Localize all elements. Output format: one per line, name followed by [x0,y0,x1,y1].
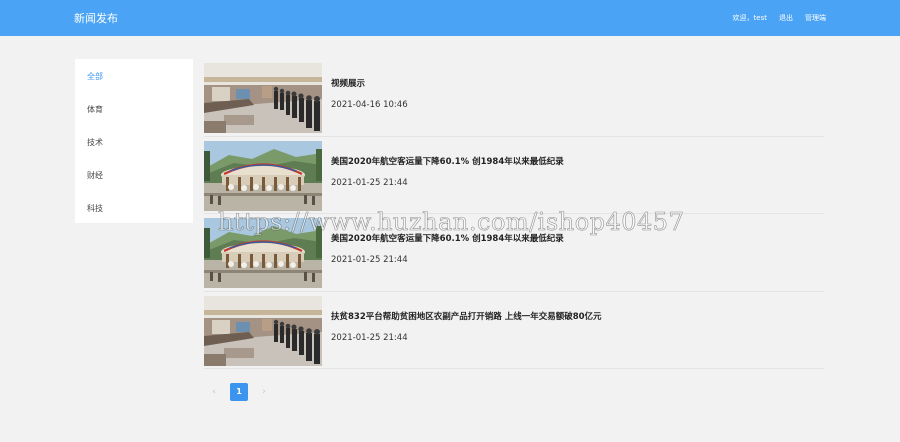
category-all[interactable]: 全部 [75,66,193,99]
news-item: 视频展示 2021-04-16 10:46 [204,59,824,137]
news-title[interactable]: 美国2020年航空客运量下降60.1% 创1984年以来最低纪录 [331,155,564,167]
news-date: 2021-04-16 10:46 [331,100,408,110]
page-1-button[interactable]: 1 [230,383,248,401]
news-item: 美国2020年航空客运量下降60.1% 创1984年以来最低纪录 2021-01… [204,137,824,214]
news-thumbnail[interactable] [204,218,322,288]
top-navbar: 新闻发布 欢迎，test 退出 管理端 [0,0,900,36]
logout-link[interactable]: 退出 [779,13,793,23]
top-nav-links: 欢迎，test 退出 管理端 [733,13,826,23]
news-title[interactable]: 扶贫832平台帮助贫困地区农副产品打开销路 上线一年交易额破80亿元 [331,310,602,322]
news-list: 视频展示 2021-04-16 10:46 美国2020年航空客运量下降60.1… [204,59,824,369]
news-thumbnail[interactable] [204,296,322,366]
news-title[interactable]: 美国2020年航空客运量下降60.1% 创1984年以来最低纪录 [331,232,564,244]
news-date: 2021-01-25 21:44 [331,177,408,188]
category-sidebar: 全部 体育 技术 财经 科技 [75,59,193,223]
category-science[interactable]: 科技 [75,198,193,231]
news-item: 扶贫832平台帮助贫困地区农副产品打开销路 上线一年交易额破80亿元 2021-… [204,292,824,369]
category-tech[interactable]: 技术 [75,132,193,165]
news-date: 2021-01-25 21:44 [331,332,408,343]
news-thumbnail[interactable] [204,141,322,211]
news-item: 美国2020年航空客运量下降60.1% 创1984年以来最低纪录 2021-01… [204,214,824,292]
news-title[interactable]: 视频展示 [331,77,365,89]
site-brand[interactable]: 新闻发布 [74,10,118,26]
prev-page-button[interactable]: ‹ [210,387,218,397]
pagination: ‹ 1 › [210,383,268,401]
admin-link[interactable]: 管理端 [805,13,826,23]
category-finance[interactable]: 财经 [75,165,193,198]
welcome-user-link[interactable]: 欢迎，test [733,13,767,23]
news-thumbnail[interactable] [204,63,322,133]
news-date: 2021-01-25 21:44 [331,255,408,265]
next-page-button[interactable]: › [260,387,268,397]
category-sports[interactable]: 体育 [75,99,193,132]
